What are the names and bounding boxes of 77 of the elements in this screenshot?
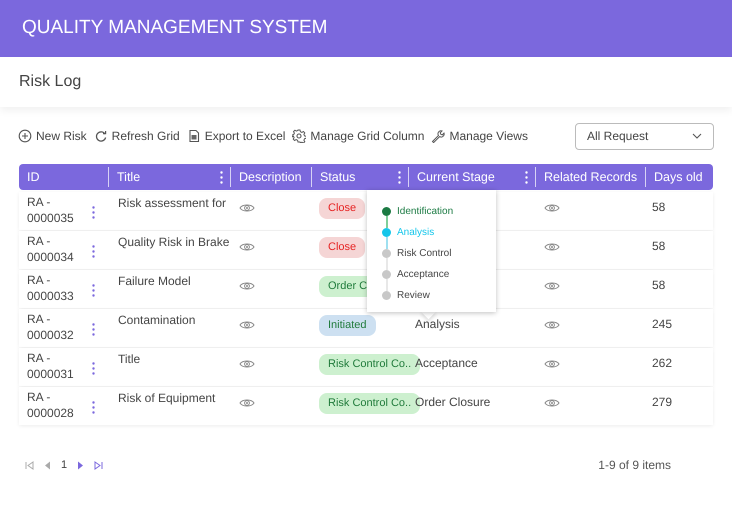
toolbar-button[interactable]: Export to Excel (186, 127, 286, 145)
eye-icon[interactable] (544, 359, 560, 369)
table-cell: 58 (652, 278, 666, 292)
table-cell: 262 (652, 356, 672, 370)
table-cell: Risk of Equipment (118, 391, 216, 405)
toolbar-button[interactable]: Manage Grid Column (292, 127, 424, 145)
table-cell: Contamination (118, 313, 196, 327)
row-menu-icon[interactable] (92, 244, 95, 258)
toolbar-button[interactable]: New Risk (18, 127, 87, 145)
row-menu-icon[interactable] (92, 400, 95, 414)
stage-label[interactable]: Review (397, 288, 430, 303)
column-header[interactable]: ID (27, 168, 40, 186)
table-cell: Title (118, 352, 140, 366)
last-page-icon[interactable] (94, 460, 104, 470)
column-menu-icon[interactable] (398, 170, 401, 184)
table-row[interactable]: RA - 0000028 Risk of Equipment Risk Control Co.. Order Closure 279 (19, 387, 713, 425)
view-select[interactable]: All Request (575, 122, 714, 150)
column-menu-icon[interactable] (525, 170, 528, 184)
spreadsheet-file-icon (186, 129, 201, 143)
stage-label[interactable]: Risk Control (397, 246, 452, 261)
chevron-down-icon (692, 133, 702, 139)
page-title: Risk Log (19, 72, 82, 92)
column-header[interactable]: Description (239, 168, 302, 186)
plus-circle-icon (18, 129, 32, 143)
table-row[interactable]: RA - 0000031 Title Risk Control Co.. Acceptance 262 (19, 348, 713, 386)
status-badge: Close (319, 198, 366, 218)
gear-icon (292, 129, 306, 143)
column-header[interactable]: Status (320, 168, 356, 186)
refresh-icon (94, 129, 108, 143)
eye-icon[interactable] (544, 398, 560, 408)
table-cell-text: RA - 0000028 (27, 389, 75, 421)
column-menu-icon[interactable] (220, 170, 223, 184)
table-cell: Acceptance (415, 356, 478, 370)
table-cell-text: RA - 0000035 (27, 194, 75, 226)
status-badge: Close (319, 237, 366, 258)
table-cell: 245 (652, 317, 672, 331)
eye-icon[interactable] (544, 320, 560, 330)
eye-icon[interactable] (239, 359, 255, 369)
table-cell: Failure Model (118, 274, 191, 288)
eye-icon[interactable] (239, 203, 255, 213)
table-cell-text: RA - 0000034 (27, 233, 75, 265)
page-number[interactable]: 1 (61, 456, 68, 474)
wrench-icon (431, 129, 446, 143)
eye-icon[interactable] (544, 281, 560, 291)
toolbar-button[interactable]: Refresh Grid (94, 127, 180, 145)
table-cell-text: RA - 0000031 (27, 350, 75, 382)
eye-icon[interactable] (239, 320, 255, 330)
table-cell: 58 (652, 200, 666, 214)
row-menu-icon[interactable] (92, 206, 95, 218)
stage-label[interactable]: Identification (397, 204, 454, 219)
row-menu-icon[interactable] (92, 284, 95, 296)
row-menu-icon[interactable] (92, 322, 95, 336)
eye-icon[interactable] (239, 242, 255, 252)
table-cell: 58 (652, 239, 666, 253)
eye-icon[interactable] (544, 203, 560, 213)
table-row[interactable]: RA - 0000032 Contamination Initiated Analysis 245 (19, 309, 713, 347)
eye-icon[interactable] (239, 281, 255, 291)
table-cell: Quality Risk in Brake (118, 235, 230, 249)
table-cell-text: RA - 0000032 (27, 311, 75, 343)
table-cell: 279 (652, 395, 672, 409)
pager-summary: 1-9 of 9 items (598, 457, 671, 474)
status-badge: Initiated (319, 315, 376, 336)
toolbar-button[interactable]: Manage Views (431, 127, 528, 145)
column-header[interactable]: Title (117, 168, 140, 186)
column-header[interactable]: Related Records (544, 168, 638, 186)
eye-icon[interactable] (239, 398, 255, 408)
column-header[interactable]: Current Stage (417, 168, 495, 186)
row-menu-icon[interactable] (92, 362, 95, 374)
eye-icon[interactable] (544, 242, 560, 252)
table-cell: Risk assessment for (118, 196, 226, 210)
table-cell: Order Closure (415, 395, 490, 409)
column-header[interactable]: Days old (654, 168, 703, 186)
stage-label[interactable]: Acceptance (397, 267, 450, 282)
app-title: QUALITY MANAGEMENT SYSTEM (22, 16, 328, 40)
table-cell: Analysis (415, 317, 460, 331)
table-cell-text: RA - 0000033 (27, 272, 75, 304)
next-page-icon[interactable] (77, 460, 84, 470)
